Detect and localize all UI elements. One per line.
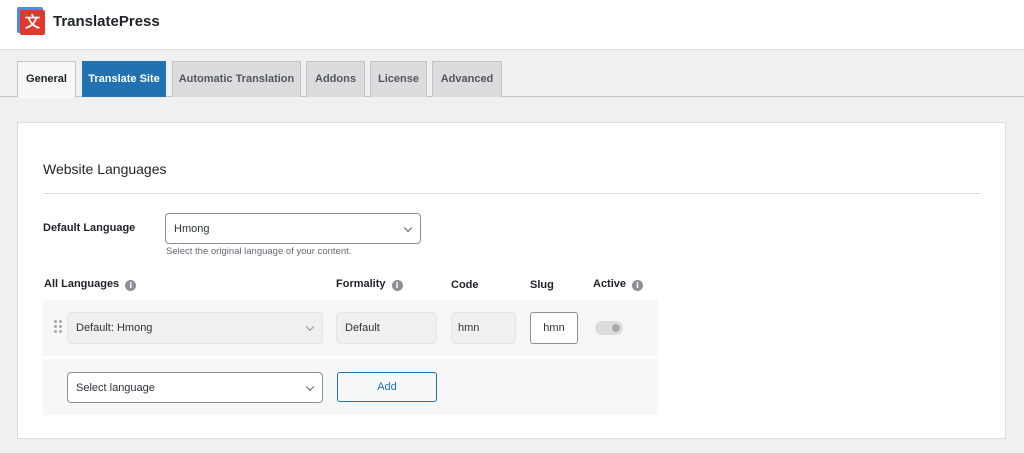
row-language-select: Default: Hmong bbox=[67, 312, 323, 344]
header-active: Active i bbox=[593, 278, 644, 291]
default-language-value: Hmong bbox=[174, 222, 210, 235]
row-code: hmn bbox=[451, 312, 516, 344]
translatepress-logo-icon: 文 bbox=[17, 7, 45, 35]
section-title: Website Languages bbox=[43, 161, 167, 177]
default-language-hint: Select the original language of your con… bbox=[166, 246, 352, 257]
chevron-down-icon bbox=[403, 223, 413, 232]
add-language-button[interactable]: Add bbox=[337, 372, 437, 402]
drag-handle-icon[interactable] bbox=[54, 320, 62, 334]
brand-title: TranslatePress bbox=[53, 13, 160, 30]
top-bar: 文 TranslatePress bbox=[0, 0, 1024, 50]
header-all-languages: All Languages i bbox=[44, 278, 137, 291]
default-language-select[interactable]: Hmong bbox=[165, 213, 421, 244]
default-language-label: Default Language bbox=[43, 222, 136, 234]
chevron-down-icon bbox=[305, 322, 315, 332]
tab-license[interactable]: License bbox=[370, 61, 427, 97]
section-divider bbox=[43, 193, 981, 194]
row-formality: Default bbox=[336, 312, 437, 344]
tab-general[interactable]: General bbox=[17, 61, 76, 98]
tab-advanced[interactable]: Advanced bbox=[432, 61, 502, 97]
settings-card: Website Languages Default Language Hmong… bbox=[17, 122, 1006, 439]
header-formality: Formality i bbox=[336, 278, 403, 291]
active-toggle bbox=[595, 321, 623, 335]
tab-addons[interactable]: Addons bbox=[306, 61, 365, 97]
chevron-down-icon bbox=[305, 382, 315, 391]
tab-translate-site[interactable]: Translate Site bbox=[82, 61, 166, 97]
info-icon[interactable]: i bbox=[391, 280, 403, 291]
info-icon[interactable]: i bbox=[632, 280, 644, 291]
header-slug: Slug bbox=[530, 279, 554, 291]
info-icon[interactable]: i bbox=[125, 280, 137, 291]
tab-automatic-translation[interactable]: Automatic Translation bbox=[172, 61, 301, 97]
row-slug-input[interactable]: hmn bbox=[530, 312, 578, 344]
header-code: Code bbox=[451, 279, 479, 291]
select-language-dropdown[interactable]: Select language bbox=[67, 372, 323, 403]
